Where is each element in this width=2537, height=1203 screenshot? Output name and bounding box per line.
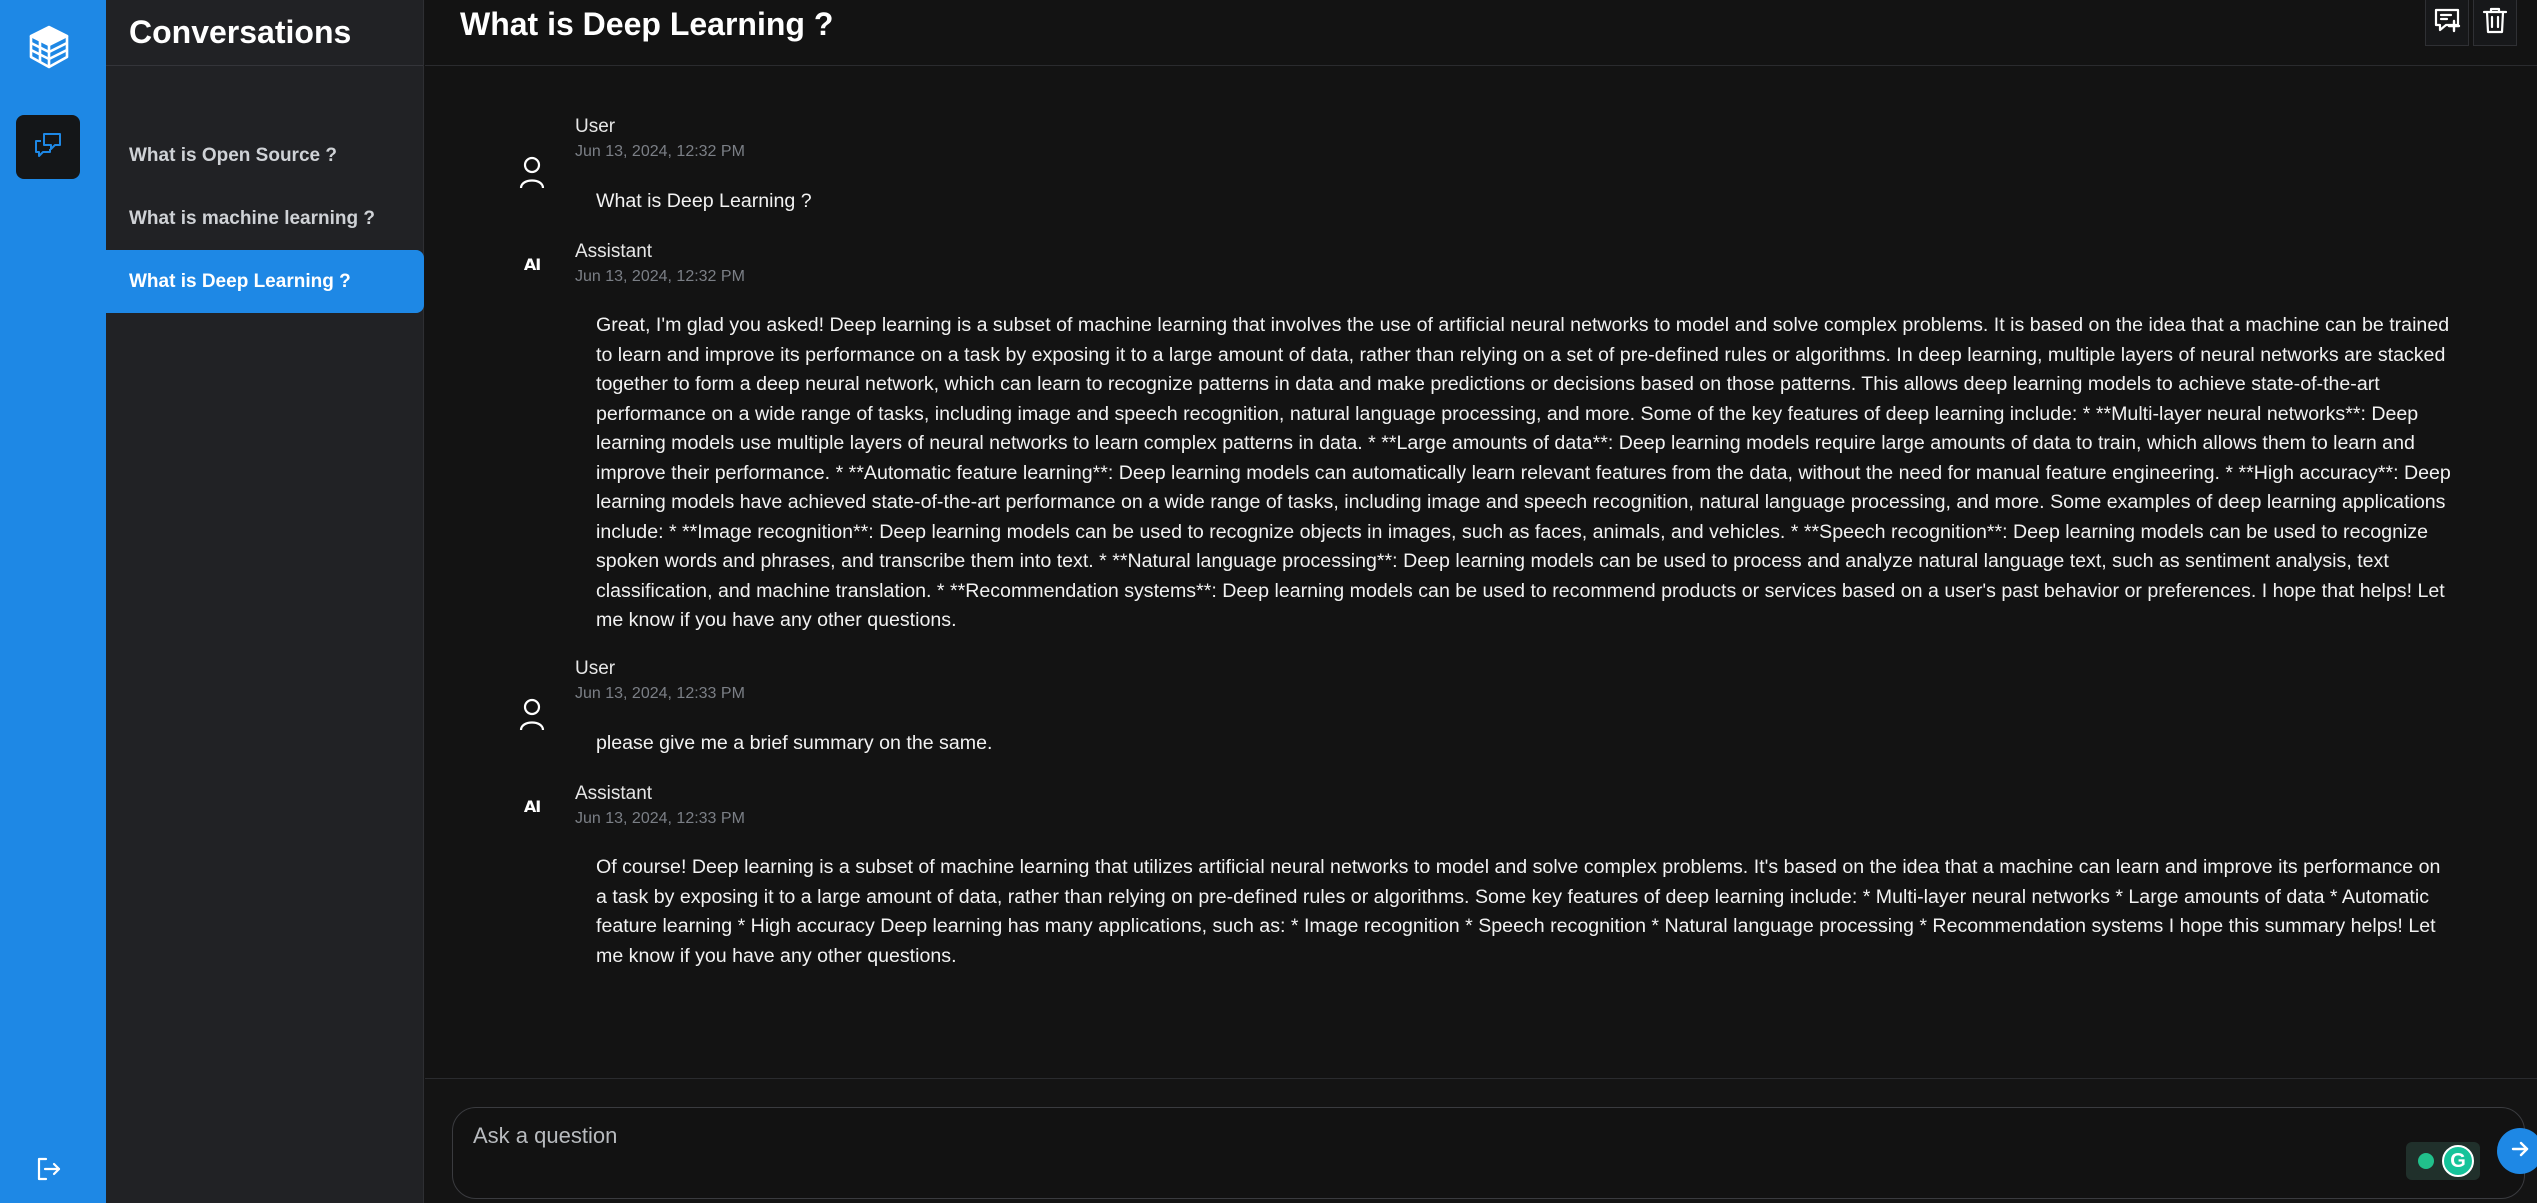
message-timestamp: Jun 13, 2024, 12:32 PM (575, 143, 745, 160)
conversation-item-machine-learning[interactable]: What is machine learning ? (106, 187, 423, 250)
new-chat-button[interactable] (2425, 0, 2469, 46)
message-role: User (575, 658, 616, 679)
rail-conversations-button[interactable] (16, 115, 80, 179)
chat-header: What is Deep Learning ? (425, 0, 2537, 66)
ai-badge: AI (523, 254, 541, 274)
trash-icon (2482, 6, 2508, 39)
message-text: Of course! Deep learning is a subset of … (596, 856, 2441, 967)
composer-area: G (425, 1078, 2537, 1203)
send-button[interactable] (2497, 1128, 2537, 1174)
message-role: Assistant (575, 783, 653, 804)
logout-icon[interactable] (33, 1154, 63, 1184)
question-input[interactable] (473, 1120, 2373, 1152)
composer: G (452, 1107, 2537, 1199)
sidebar-title: Conversations (129, 14, 352, 50)
ai-badge-icon: AI (517, 247, 547, 281)
message-role: User (575, 116, 616, 137)
message-timestamp: Jun 13, 2024, 12:33 PM (575, 685, 745, 702)
grammarly-icon[interactable]: G (2442, 1145, 2474, 1177)
chat-title: What is Deep Learning ? (460, 6, 834, 42)
app-logo-icon (26, 24, 72, 70)
conversation-list: What is Open Source ? What is machine le… (106, 124, 424, 313)
message-text: What is Deep Learning ? (596, 190, 812, 212)
sidebar-header: Conversations (106, 0, 423, 66)
ai-badge-icon: AI (517, 789, 547, 823)
conversation-item-deep-learning[interactable]: What is Deep Learning ? (106, 250, 424, 313)
message-timestamp: Jun 13, 2024, 12:32 PM (575, 268, 745, 285)
chat-bubbles-icon (33, 130, 63, 165)
message-timestamp: Jun 13, 2024, 12:33 PM (575, 810, 745, 827)
chat-main: What is Deep Learning ? User Jun 13, 202… (425, 0, 2537, 1203)
message-text: Great, I'm glad you asked! Deep learning… (596, 314, 2451, 631)
app-rail (0, 0, 106, 1203)
extension-status-icon (2418, 1153, 2434, 1169)
grammarly-extension[interactable]: G (2406, 1142, 2480, 1180)
conversations-sidebar: Conversations What is Open Source ? What… (106, 0, 424, 1203)
message-role: Assistant (575, 241, 653, 262)
delete-chat-button[interactable] (2473, 0, 2517, 46)
message-list: User Jun 13, 2024, 12:32 PM What is Deep… (425, 66, 2537, 1076)
new-chat-icon (2433, 6, 2461, 39)
user-icon (517, 697, 547, 731)
ai-badge: AI (523, 796, 541, 816)
arrow-right-icon (2509, 1138, 2531, 1165)
conversation-item-open-source[interactable]: What is Open Source ? (106, 124, 423, 187)
message-text: please give me a brief summary on the sa… (596, 732, 993, 754)
user-icon (517, 155, 547, 189)
